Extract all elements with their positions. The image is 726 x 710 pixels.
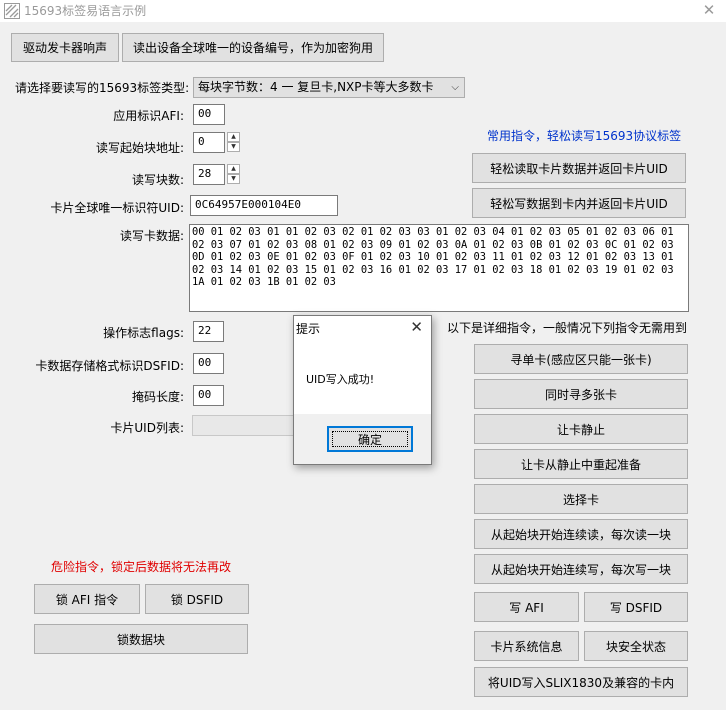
- common-commands-heading: 常用指令，轻松读写15693协议标签: [487, 129, 682, 143]
- start-block-label: 读写起始块地址:: [95, 141, 184, 155]
- message-dialog: 提示 ✕ UID写入成功! 确定: [293, 315, 432, 465]
- find-single-card-button[interactable]: 寻单卡(感应区只能一张卡): [474, 344, 688, 374]
- lock-dsfid-button[interactable]: 锁 DSFID: [145, 584, 249, 614]
- danger-warning: 危险指令，锁定后数据将无法再改: [51, 560, 232, 574]
- find-multi-card-button[interactable]: 同时寻多张卡: [474, 379, 688, 409]
- close-icon[interactable]: ✕: [410, 318, 423, 336]
- system-info-button[interactable]: 卡片系统信息: [474, 631, 579, 661]
- beep-button[interactable]: 驱动发卡器响声: [11, 33, 119, 62]
- lock-afi-button[interactable]: 锁 AFI 指令: [34, 584, 140, 614]
- block-count-spinner[interactable]: ▲ ▼: [227, 164, 240, 184]
- ok-button-label: 确定: [357, 432, 382, 447]
- spin-up-icon[interactable]: ▲: [227, 132, 240, 142]
- block-count-label: 读写块数:: [131, 173, 184, 187]
- write-blocks-button[interactable]: 从起始块开始连续写，每次写一块: [474, 554, 688, 584]
- window-title: 15693标签易语言示例: [24, 4, 147, 18]
- lock-block-button[interactable]: 锁数据块: [34, 624, 248, 654]
- chevron-down-icon: ⌵: [451, 82, 459, 93]
- select-card-button[interactable]: 选择卡: [474, 484, 688, 514]
- write-uid-button[interactable]: 将UID写入SLIX1830及兼容的卡内: [474, 667, 688, 697]
- read-blocks-button[interactable]: 从起始块开始连续读，每次读一块: [474, 519, 688, 549]
- tag-type-select[interactable]: 每块字节数：4 一 复旦卡,NXP卡等大多数卡 ⌵: [193, 77, 465, 98]
- mask-length-label: 掩码长度:: [131, 390, 184, 404]
- easy-read-button[interactable]: 轻松读取卡片数据并返回卡片UID: [472, 153, 686, 183]
- uid-list-label: 卡片UID列表:: [110, 421, 184, 435]
- app-icon: [4, 3, 20, 19]
- quiet-card-button[interactable]: 让卡静止: [474, 414, 688, 444]
- dsfid-label: 卡数据存储格式标识DSFID:: [35, 359, 184, 373]
- tag-type-label: 请选择要读写的15693标签类型:: [15, 81, 190, 95]
- flags-label: 操作标志flags:: [103, 326, 184, 340]
- start-block-input[interactable]: 0: [193, 132, 225, 153]
- write-dsfid-button[interactable]: 写 DSFID: [584, 592, 688, 622]
- uid-list-box[interactable]: [192, 415, 294, 436]
- ok-button[interactable]: 确定: [327, 426, 413, 452]
- block-count-input[interactable]: 28: [193, 164, 225, 185]
- afi-input[interactable]: 00: [193, 104, 225, 125]
- spin-down-icon[interactable]: ▼: [227, 142, 240, 152]
- start-block-spinner[interactable]: ▲ ▼: [227, 132, 240, 152]
- card-data-label: 读写卡数据:: [119, 229, 184, 243]
- easy-write-button[interactable]: 轻松写数据到卡内并返回卡片UID: [472, 188, 686, 218]
- ready-card-button[interactable]: 让卡从静止中重起准备: [474, 449, 688, 479]
- detail-commands-heading: 以下是详细指令，一般情况下列指令无需用到: [447, 321, 688, 335]
- close-icon[interactable]: ✕: [692, 0, 726, 22]
- uid-label: 卡片全球唯一标识符UID:: [50, 201, 184, 215]
- dsfid-input[interactable]: 00: [193, 353, 224, 374]
- spin-down-icon[interactable]: ▼: [227, 174, 240, 184]
- uid-input[interactable]: 0C64957E000104E0: [190, 195, 338, 216]
- card-data-textarea[interactable]: 00 01 02 03 01 01 02 03 02 01 02 03 03 0…: [189, 224, 689, 312]
- mask-length-input[interactable]: 00: [193, 385, 224, 406]
- dialog-title: 提示: [296, 322, 321, 336]
- write-afi-button[interactable]: 写 AFI: [474, 592, 579, 622]
- dialog-message: UID写入成功!: [306, 373, 375, 386]
- spin-up-icon[interactable]: ▲: [227, 164, 240, 174]
- security-status-button[interactable]: 块安全状态: [584, 631, 688, 661]
- flags-input[interactable]: 22: [193, 321, 224, 342]
- afi-label: 应用标识AFI:: [113, 109, 184, 123]
- tag-type-value: 每块字节数：4 一 复旦卡,NXP卡等大多数卡: [198, 80, 434, 94]
- read-device-id-button[interactable]: 读出设备全球唯一的设备编号，作为加密狗用: [122, 33, 384, 62]
